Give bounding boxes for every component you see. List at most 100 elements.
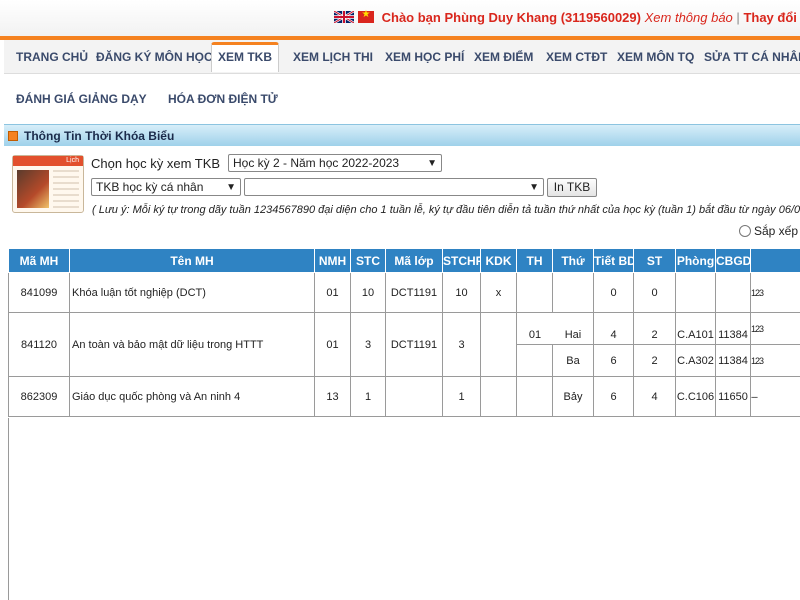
week-note: ( Lưu ý: Mỗi ký tự trong dãy tuần 123456… [92,204,800,216]
col-stc: STC [350,248,386,273]
cell-phong: C.C106 [675,376,716,417]
tab-trang-chu[interactable]: TRANG CHỦ [10,42,94,72]
tab-xem-ctdt[interactable]: XEM CTĐT [540,42,613,72]
panel-header: Thông Tin Thời Khóa Biểu [4,124,800,146]
cell-phong: C.A302 [675,344,716,377]
cell-tuan: 123 [750,272,800,313]
top-bar: ★ Chào bạn Phùng Duy Khang (3119560029) … [0,0,800,36]
cell-thu: Hai [564,329,582,341]
sub-nav-danh-gia-giang-day[interactable]: ĐÁNH GIÁ GIẢNG DẠY [16,92,147,106]
week-select[interactable]: ▼ [244,178,544,196]
cell-phong [675,272,716,313]
col-ma-lop: Mã lớp [385,248,443,273]
tab-xem-lich-thi[interactable]: XEM LỊCH THI [287,42,379,72]
cell-stc: 10 [350,272,386,313]
table-bottom-border-left [8,418,9,600]
col-kdk: KDK [480,248,517,273]
cell-ma-lop: DCT1191 [385,312,443,377]
cell-st: 2 [633,344,676,377]
cell-stchp: 1 [442,376,481,417]
sort-radio[interactable] [739,225,751,237]
cell-st: 2 [633,312,676,345]
chevron-down-icon: ▼ [427,158,437,169]
cell-ma-mh: 862309 [8,376,70,417]
cell-th-thu: 01 Hai [516,312,594,345]
panel-collapse-icon[interactable] [8,131,18,141]
change-password-link[interactable]: Thay đổi m... [743,10,800,25]
col-tiet-bd: Tiết BD [593,248,634,273]
col-cbgd: CBGD [715,248,751,273]
cell-phong: C.A101 [675,312,716,345]
cell-tuan: 123 [750,344,800,377]
semester-select-value: Học kỳ 2 - Năm học 2022-2023 [233,156,400,170]
cell-tiet-bd: 4 [593,312,634,345]
greeting-separator: | [736,10,740,25]
tkb-type-select-value: TKB học kỳ cá nhân [96,180,204,194]
cell-kdk [480,312,517,377]
greeting-name: Chào bạn Phùng Duy Khang (3119560029) [381,10,641,25]
cell-ten-mh: Giáo dục quốc phòng và An ninh 4 [69,376,315,417]
col-tuan [750,248,800,273]
view-notice-link[interactable]: Xem thông báo [645,10,733,25]
sub-nav-hoa-don-dien-tu[interactable]: HÓA ĐƠN ĐIỆN TỬ [168,92,278,106]
col-nmh: NMH [314,248,351,273]
cell-stchp: 3 [442,312,481,377]
cell-kdk: x [480,272,517,313]
table-header-row: Mã MH Tên MH NMH STC Mã lớp STCHP KDK TH… [8,248,800,273]
tab-xem-tkb[interactable]: XEM TKB [211,42,279,72]
cell-tiet-bd: 6 [593,376,634,417]
cell-st: 4 [633,376,676,417]
cell-thu [552,272,594,313]
calendar-grid [53,170,79,208]
tab-sua-tt-ca-nhan[interactable]: SỬA TT CÁ NHÂN [698,42,800,72]
cell-st: 0 [633,272,676,313]
cell-th [516,344,553,377]
cell-cbgd: 11650 [715,376,751,417]
cell-ma-mh: 841120 [8,312,70,377]
tab-dang-ky-mon-hoc[interactable]: ĐĂNG KÝ MÔN HỌC [90,42,219,72]
cell-stc: 3 [350,312,386,377]
tab-xem-hoc-phi[interactable]: XEM HỌC PHÍ [379,42,470,72]
calendar-picture [17,170,49,208]
cell-cbgd [715,272,751,313]
panel-title: Thông Tin Thời Khóa Biểu [24,129,175,143]
sort-label: Sắp xếp [754,224,799,238]
col-st: ST [633,248,676,273]
chevron-down-icon: ▼ [226,182,236,193]
cell-ten-mh: Khóa luận tốt nghiệp (DCT) [69,272,315,313]
greeting: ★ Chào bạn Phùng Duy Khang (3119560029) … [333,9,800,25]
cell-ma-mh: 841099 [8,272,70,313]
cell-tuan: 123 [750,312,800,345]
sort-option[interactable]: Sắp xếp [739,224,798,238]
vietnam-flag-icon[interactable]: ★ [358,9,374,23]
cell-th [516,272,553,313]
english-flag-icon[interactable] [333,9,355,25]
cell-thu: Bảy [552,376,594,417]
cell-tiet-bd: 6 [593,344,634,377]
col-ten-mh: Tên MH [69,248,315,273]
cell-thu: Ba [552,344,594,377]
calendar-top-strip: Lịch [13,156,83,166]
calendar-label: Lịch [66,157,79,164]
tab-xem-diem[interactable]: XEM ĐIỂM [468,42,539,72]
cell-th [516,376,553,417]
cell-ma-lop [385,376,443,417]
schedule-table: Mã MH Tên MH NMH STC Mã lớp STCHP KDK TH… [8,248,800,417]
col-thu: Thứ [552,248,594,273]
print-tkb-button[interactable]: In TKB [547,178,597,197]
cell-kdk [480,376,517,417]
col-th: TH [516,248,553,273]
main-nav: TRANG CHỦ ĐĂNG KÝ MÔN HỌC XEM TKB XEM LỊ… [4,40,800,74]
cell-tuan: --- [750,376,800,417]
table-row: 862309 Giáo dục quốc phòng và An ninh 4 … [8,376,800,417]
cell-nmh: 01 [314,272,351,313]
cell-stc: 1 [350,376,386,417]
cell-th: 01 [528,329,542,341]
chevron-down-icon: ▼ [529,182,539,193]
col-phong: Phòng [675,248,716,273]
semester-select[interactable]: Học kỳ 2 - Năm học 2022-2023 ▼ [228,154,442,172]
calendar-icon: Lịch [12,155,84,213]
tab-xem-mon-tq[interactable]: XEM MÔN TQ [611,42,700,72]
tkb-type-select[interactable]: TKB học kỳ cá nhân ▼ [91,178,241,196]
cell-nmh: 01 [314,312,351,377]
